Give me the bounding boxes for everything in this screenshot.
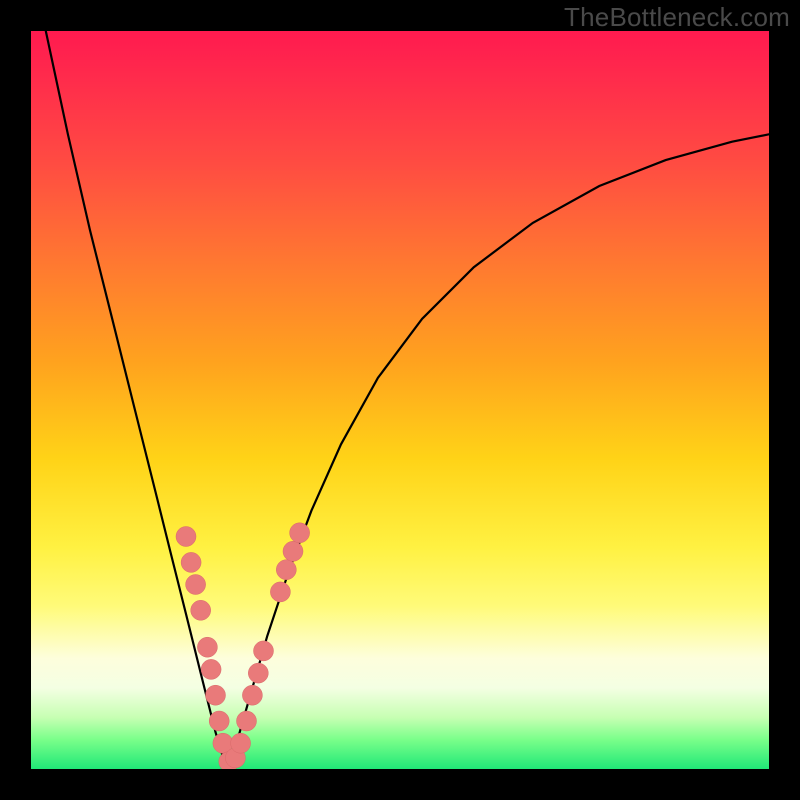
curve-marker	[209, 711, 229, 731]
curve-group	[46, 31, 769, 769]
marker-group	[176, 523, 310, 769]
curve-marker	[181, 552, 201, 572]
curve-marker	[191, 600, 211, 620]
curve-marker	[237, 711, 257, 731]
curve-marker	[201, 659, 221, 679]
curve-marker	[242, 685, 262, 705]
plot-area	[31, 31, 769, 769]
curve-marker	[276, 560, 296, 580]
curve-marker	[270, 582, 290, 602]
curve-marker	[248, 663, 268, 683]
curve-marker	[176, 527, 196, 547]
curve-marker	[206, 685, 226, 705]
curve-marker	[231, 733, 251, 753]
bottleneck-curve	[46, 31, 769, 769]
curve-marker	[197, 637, 217, 657]
curve-marker	[290, 523, 310, 543]
watermark-text: TheBottleneck.com	[564, 2, 790, 33]
chart-svg	[31, 31, 769, 769]
chart-frame: TheBottleneck.com	[0, 0, 800, 800]
curve-marker	[283, 541, 303, 561]
curve-marker	[186, 575, 206, 595]
curve-marker	[254, 641, 274, 661]
